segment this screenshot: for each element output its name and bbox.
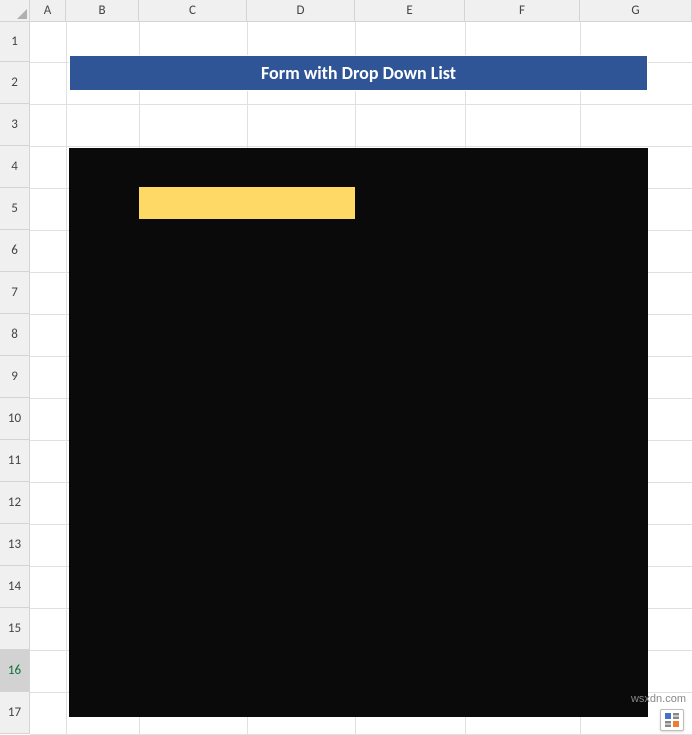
gridline-vertical xyxy=(66,22,67,735)
spreadsheet-grid: A B C D E F G xyxy=(0,0,692,22)
col-header-F[interactable]: F xyxy=(465,0,580,22)
title-banner: Form with Drop Down List xyxy=(69,55,648,91)
watermark-text: wsxdn.com xyxy=(631,693,686,705)
yellow-highlight-box xyxy=(139,187,355,219)
row-header-16[interactable]: 16 xyxy=(0,650,30,692)
row-header-13[interactable]: 13 xyxy=(0,524,30,566)
gridline-horizontal xyxy=(30,146,692,147)
row-header-11[interactable]: 11 xyxy=(0,440,30,482)
row-header-1[interactable]: 1 xyxy=(0,22,30,62)
col-header-D[interactable]: D xyxy=(247,0,355,22)
row-header-8[interactable]: 8 xyxy=(0,314,30,356)
row-header-14[interactable]: 14 xyxy=(0,566,30,608)
form-panel xyxy=(69,148,648,717)
col-header-B[interactable]: B xyxy=(66,0,139,22)
col-header-A[interactable]: A xyxy=(30,0,66,22)
gridline-horizontal xyxy=(30,104,692,105)
row-header-15[interactable]: 15 xyxy=(0,608,30,650)
col-header-E[interactable]: E xyxy=(355,0,465,22)
row-header-3[interactable]: 3 xyxy=(0,104,30,146)
cells-area[interactable]: Form with Drop Down List xyxy=(30,22,692,735)
row-header-2[interactable]: 2 xyxy=(0,62,30,104)
row-header-6[interactable]: 6 xyxy=(0,230,30,272)
quick-analysis-icon xyxy=(665,713,679,727)
row-header-12[interactable]: 12 xyxy=(0,482,30,524)
row-header-9[interactable]: 9 xyxy=(0,356,30,398)
row-header-17[interactable]: 17 xyxy=(0,692,30,734)
row-header-4[interactable]: 4 xyxy=(0,146,30,188)
quick-analysis-button[interactable] xyxy=(660,709,684,731)
row-header-10[interactable]: 10 xyxy=(0,398,30,440)
row-headers: 1234567891011121314151617 xyxy=(0,22,30,734)
col-header-G[interactable]: G xyxy=(580,0,692,22)
row-header-7[interactable]: 7 xyxy=(0,272,30,314)
select-all-corner[interactable] xyxy=(0,0,30,22)
col-header-C[interactable]: C xyxy=(139,0,247,22)
row-header-5[interactable]: 5 xyxy=(0,188,30,230)
